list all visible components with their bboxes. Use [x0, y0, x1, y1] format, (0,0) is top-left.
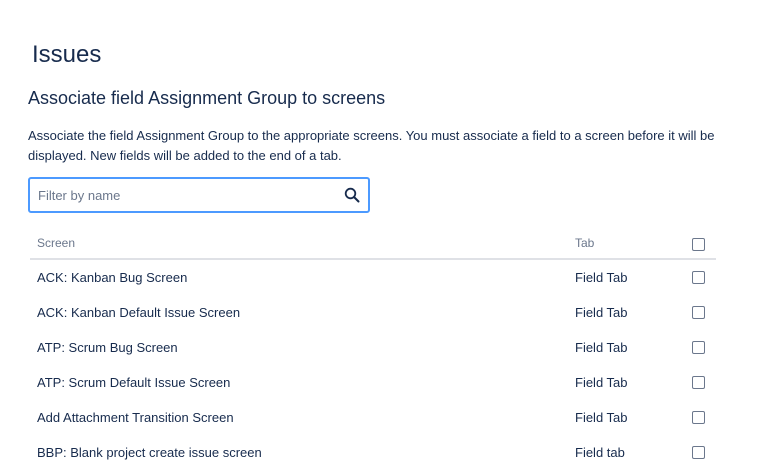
row-checkbox[interactable] — [692, 341, 705, 354]
select-all-checkbox[interactable] — [692, 238, 705, 251]
table-row: BBP: Blank project create issue screen F… — [30, 435, 716, 470]
tab-name: Field Tab — [575, 340, 628, 355]
table-row: ATP: Scrum Bug Screen Field Tab — [30, 330, 716, 365]
table-row: Add Attachment Transition Screen Field T… — [30, 400, 716, 435]
screen-name: ACK: Kanban Default Issue Screen — [37, 305, 241, 320]
screen-name: ATP: Scrum Bug Screen — [37, 340, 178, 355]
row-checkbox[interactable] — [692, 306, 705, 319]
table-row: ATP: Scrum Default Issue Screen Field Ta… — [30, 365, 716, 400]
filter-by-name-input[interactable] — [30, 179, 328, 211]
tab-name: Field Tab — [575, 270, 628, 285]
tab-name: Field Tab — [575, 375, 628, 390]
tab-name: Field Tab — [575, 410, 628, 425]
tab-name: Field Tab — [575, 305, 628, 320]
page-title: Issues — [32, 41, 102, 68]
table-row: ACK: Kanban Default Issue Screen Field T… — [30, 295, 716, 330]
table-header: Screen Tab — [30, 230, 716, 260]
screen-name: ATP: Scrum Default Issue Screen — [37, 375, 231, 390]
search-icon[interactable] — [344, 187, 360, 203]
screen-name: Add Attachment Transition Screen — [37, 410, 234, 425]
row-checkbox[interactable] — [692, 411, 705, 424]
screen-name: ACK: Kanban Bug Screen — [37, 270, 188, 285]
table-row: ACK: Kanban Bug Screen Field Tab — [30, 260, 716, 295]
screen-name: BBP: Blank project create issue screen — [37, 445, 262, 460]
column-header-tab[interactable]: Tab — [575, 236, 594, 250]
section-title: Associate field Assignment Group to scre… — [28, 88, 386, 108]
tab-name: Field tab — [575, 445, 625, 460]
row-checkbox[interactable] — [692, 271, 705, 284]
search-box — [28, 177, 370, 213]
description-text: Associate the field Assignment Group to … — [28, 128, 715, 163]
column-header-screen[interactable]: Screen — [37, 236, 75, 250]
row-checkbox[interactable] — [692, 376, 705, 389]
row-checkbox[interactable] — [692, 446, 705, 459]
screens-table: Screen Tab ACK: Kanban Bug Screen Field … — [30, 230, 716, 470]
